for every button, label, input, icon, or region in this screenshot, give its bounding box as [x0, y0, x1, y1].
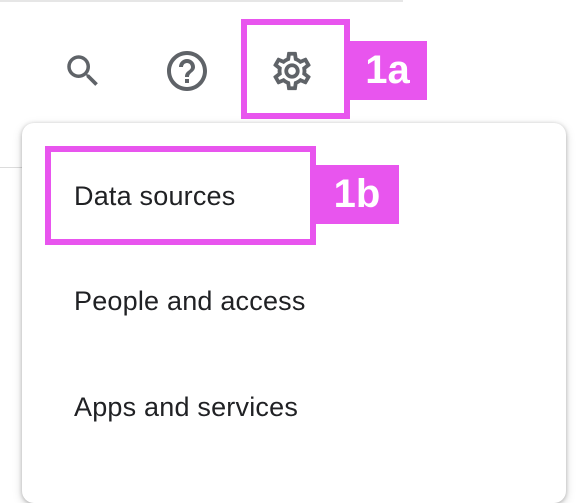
search-button[interactable] [58, 46, 108, 96]
highlight-box-data-sources [45, 146, 316, 245]
menu-item-people-and-access[interactable]: People and access [22, 261, 566, 341]
highlight-box-settings [241, 19, 350, 119]
menu-item-apps-and-services[interactable]: Apps and services [22, 367, 566, 447]
help-button[interactable] [162, 46, 212, 96]
top-divider [0, 0, 403, 2]
step-label-1a: 1a [348, 41, 427, 100]
help-icon [167, 51, 207, 91]
step-label-1b: 1b [315, 165, 399, 224]
search-icon [67, 55, 98, 86]
background-divider [0, 167, 24, 168]
